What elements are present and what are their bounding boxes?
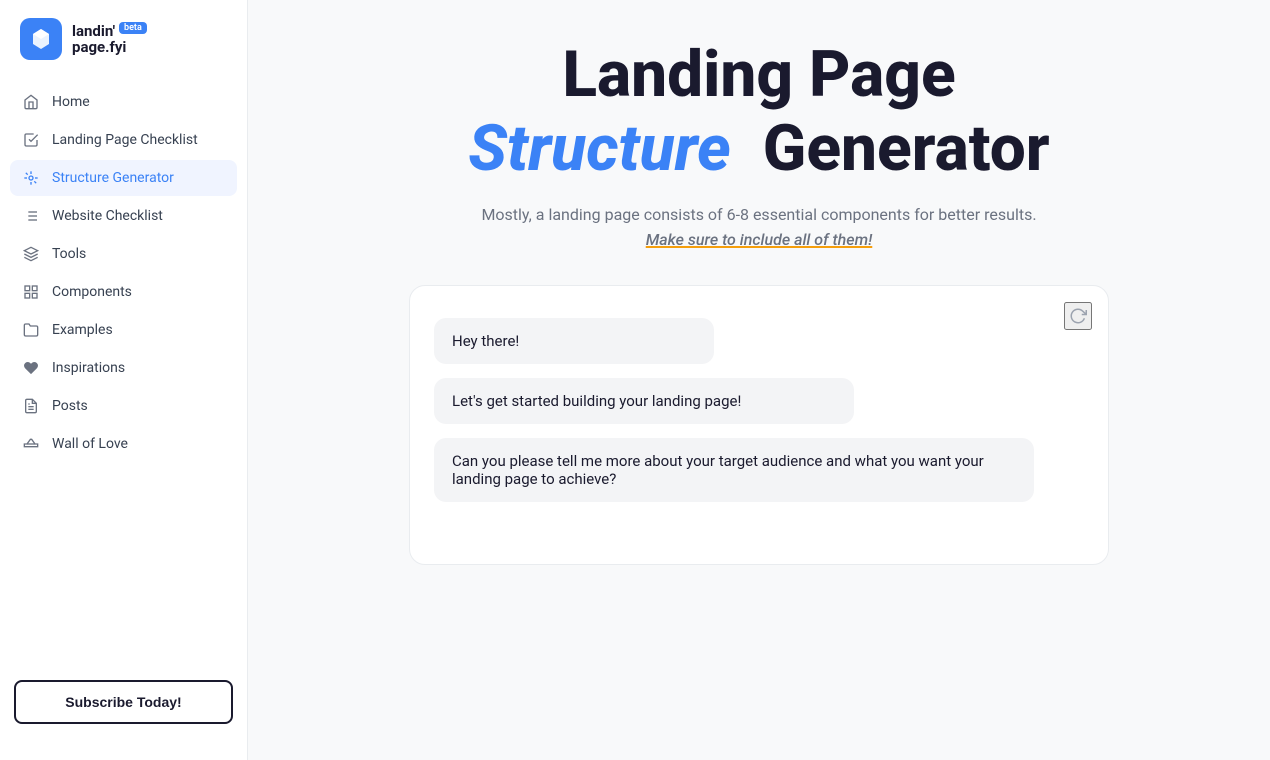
sidebar-item-landing-page-checklist[interactable]: Landing Page Checklist xyxy=(10,122,237,158)
logo-line1: landin'beta xyxy=(72,23,147,40)
posts-icon xyxy=(22,397,40,415)
sidebar-item-website-checklist[interactable]: Website Checklist xyxy=(10,198,237,234)
page-header: Landing Page Structure Generator Mostly,… xyxy=(308,40,1210,249)
sidebar-item-home-label: Home xyxy=(52,94,90,110)
nav-menu: Home Landing Page Checklist xyxy=(0,84,247,664)
sidebar-item-components[interactable]: Components xyxy=(10,274,237,310)
tools-icon xyxy=(22,245,40,263)
structure-icon xyxy=(22,169,40,187)
sidebar-item-wall-of-love-label: Wall of Love xyxy=(52,436,128,452)
chat-message-3: Can you please tell me more about your t… xyxy=(434,438,1034,502)
main-title-line1: Landing Page xyxy=(308,40,1210,110)
sidebar-item-tools-label: Tools xyxy=(52,246,86,262)
sidebar-item-structure-generator[interactable]: Structure Generator xyxy=(10,160,237,196)
logo-icon xyxy=(20,18,62,60)
subtitle-text: Mostly, a landing page consists of 6-8 e… xyxy=(308,205,1210,224)
sidebar-item-components-label: Components xyxy=(52,284,132,300)
sidebar-item-website-checklist-label: Website Checklist xyxy=(52,208,163,224)
logo-text: landin'beta page.fyi xyxy=(72,23,147,56)
chat-container: Hey there! Let's get started building yo… xyxy=(409,285,1109,565)
sidebar-item-wall-of-love[interactable]: Wall of Love xyxy=(10,426,237,462)
sidebar-item-examples-label: Examples xyxy=(52,322,113,338)
sidebar: landin'beta page.fyi Home Lan xyxy=(0,0,248,760)
chat-messages: Hey there! Let's get started building yo… xyxy=(434,318,1084,502)
sidebar-item-structure-label: Structure Generator xyxy=(52,170,174,186)
sidebar-item-checklist-label: Landing Page Checklist xyxy=(52,132,198,148)
sidebar-item-inspirations[interactable]: Inspirations xyxy=(10,350,237,386)
chat-message-1: Hey there! xyxy=(434,318,714,364)
checklist-icon xyxy=(22,131,40,149)
website-checklist-icon xyxy=(22,207,40,225)
logo-line2: page.fyi xyxy=(72,39,147,56)
chat-message-2: Let's get started building your landing … xyxy=(434,378,854,424)
sidebar-item-posts-label: Posts xyxy=(52,398,88,414)
main-content: Landing Page Structure Generator Mostly,… xyxy=(248,0,1270,760)
subscribe-button[interactable]: Subscribe Today! xyxy=(14,680,233,724)
sidebar-item-tools[interactable]: Tools xyxy=(10,236,237,272)
inspirations-icon xyxy=(22,359,40,377)
main-title-line2: Structure Generator xyxy=(308,114,1210,184)
subtitle-italic-text: Make sure to include all of them! xyxy=(308,230,1210,249)
sidebar-item-inspirations-label: Inspirations xyxy=(52,360,125,376)
sidebar-item-home[interactable]: Home xyxy=(10,84,237,120)
beta-badge: beta xyxy=(119,22,147,34)
home-icon xyxy=(22,93,40,111)
logo-area[interactable]: landin'beta page.fyi xyxy=(0,0,247,84)
components-icon xyxy=(22,283,40,301)
sidebar-footer: Subscribe Today! xyxy=(0,664,247,740)
examples-icon xyxy=(22,321,40,339)
title-structure-italic: Structure xyxy=(468,111,730,186)
sidebar-item-posts[interactable]: Posts xyxy=(10,388,237,424)
title-generator-normal: Generator xyxy=(763,111,1050,186)
wall-of-love-icon xyxy=(22,435,40,453)
chat-refresh-button[interactable] xyxy=(1064,302,1092,330)
sidebar-item-examples[interactable]: Examples xyxy=(10,312,237,348)
